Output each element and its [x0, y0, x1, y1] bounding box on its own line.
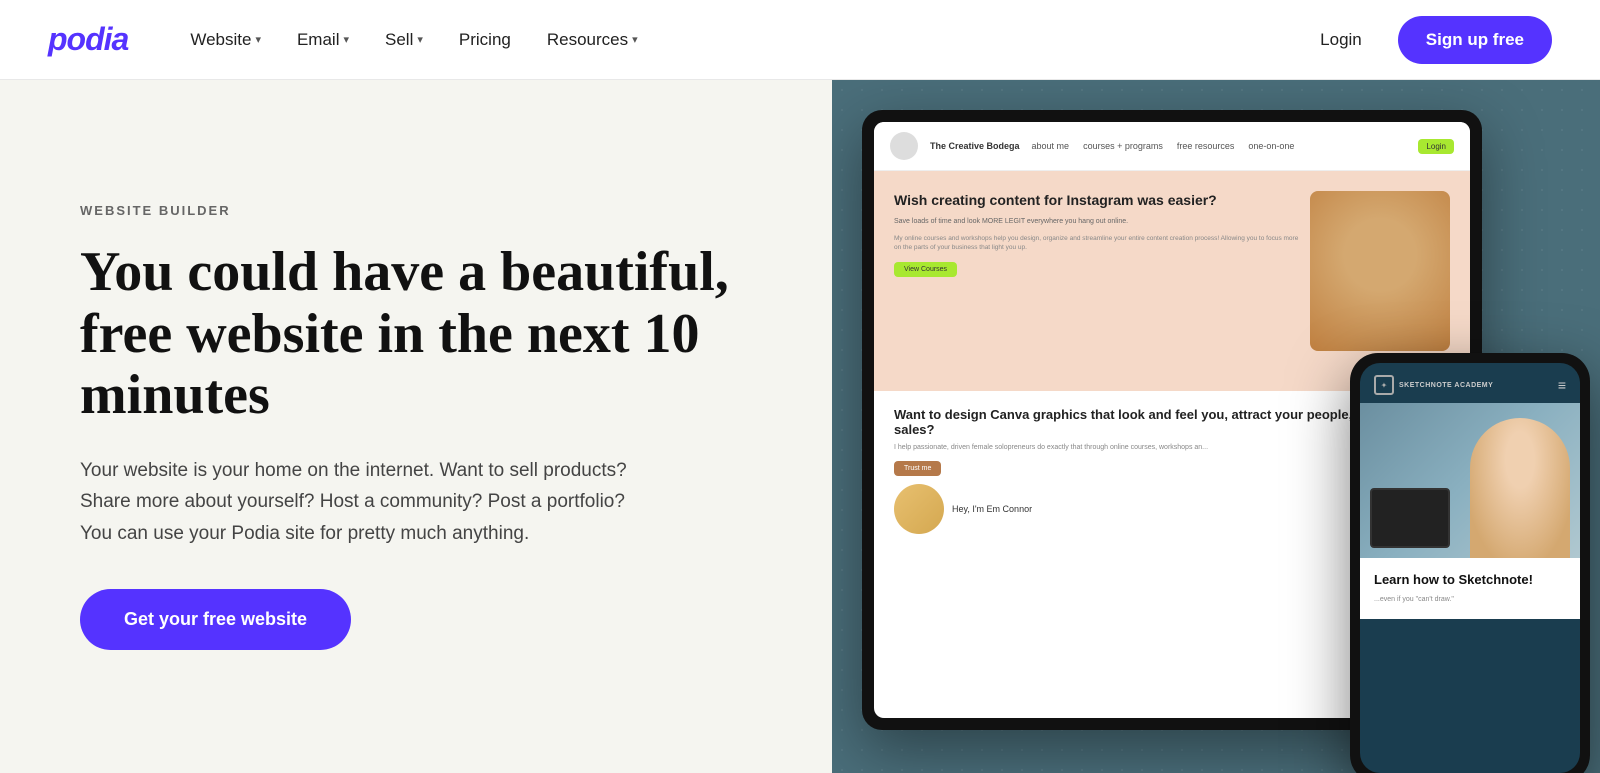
- phone-person-image: [1470, 418, 1570, 558]
- tablet-hero-body: My online courses and workshops help you…: [894, 234, 1300, 252]
- tablet-hero-image: [1310, 191, 1450, 351]
- phone-sub: ...even if you "can't draw.": [1374, 595, 1566, 605]
- chevron-down-icon: ▾: [417, 33, 423, 46]
- navbar: podia Website ▾ Email ▾ Sell ▾ Pricing R…: [0, 0, 1600, 80]
- phone-header: ✦ SKETCHNOTE ACADEMY ≡: [1360, 363, 1580, 403]
- cta-button[interactable]: Get your free website: [80, 589, 351, 650]
- tablet-person-avatar: [894, 484, 944, 534]
- signup-button[interactable]: Sign up free: [1398, 16, 1552, 64]
- login-button[interactable]: Login: [1304, 22, 1378, 58]
- chevron-down-icon: ▾: [255, 33, 261, 46]
- chevron-down-icon: ▾: [632, 33, 638, 46]
- tablet-hero-title: Wish creating content for Instagram was …: [894, 191, 1300, 209]
- phone-brand: ✦ SKETCHNOTE ACADEMY: [1374, 375, 1493, 395]
- tablet-courses-btn: View Courses: [894, 262, 957, 277]
- phone-tablet-image: [1370, 488, 1450, 548]
- phone-mockup: ✦ SKETCHNOTE ACADEMY ≡ Learn how to Sket…: [1350, 353, 1590, 773]
- hamburger-icon: ≡: [1558, 377, 1566, 393]
- logo[interactable]: podia: [48, 21, 128, 58]
- nav-item-resources[interactable]: Resources ▾: [533, 22, 652, 58]
- nav-links: Website ▾ Email ▾ Sell ▾ Pricing Resourc…: [176, 22, 1304, 58]
- tablet-person-name: Hey, I'm Em Connor: [952, 504, 1032, 514]
- phone-content: Learn how to Sketchnote! ...even if you …: [1360, 558, 1580, 619]
- hero-eyebrow: WEBSITE BUILDER: [80, 203, 752, 218]
- tablet-hero-sub: Save loads of time and look MORE LEGIT e…: [894, 217, 1300, 228]
- tablet-logo-icon: [890, 132, 918, 160]
- hero-right: The Creative Bodega about me courses + p…: [832, 80, 1600, 773]
- nav-item-email[interactable]: Email ▾: [283, 22, 363, 58]
- tablet-nav: The Creative Bodega about me courses + p…: [874, 122, 1470, 171]
- hero-title: You could have a beautiful, free website…: [80, 242, 752, 427]
- hero-left: WEBSITE BUILDER You could have a beautif…: [0, 80, 832, 773]
- tablet-person-image: [1310, 191, 1450, 351]
- tablet-login-btn: Login: [1418, 139, 1454, 154]
- phone-screen: ✦ SKETCHNOTE ACADEMY ≡ Learn how to Sket…: [1360, 363, 1580, 773]
- phone-brand-icon: ✦: [1374, 375, 1394, 395]
- tablet-brand: The Creative Bodega: [930, 141, 1020, 151]
- hero-section: WEBSITE BUILDER You could have a beautif…: [0, 80, 1600, 773]
- phone-title: Learn how to Sketchnote!: [1374, 572, 1566, 589]
- phone-brand-text: SKETCHNOTE ACADEMY: [1399, 382, 1493, 389]
- tablet-hero-text: Wish creating content for Instagram was …: [894, 191, 1310, 371]
- phone-hero-image: [1360, 403, 1580, 558]
- nav-item-pricing[interactable]: Pricing: [445, 22, 525, 58]
- chevron-down-icon: ▾: [343, 33, 349, 46]
- tablet-trust-btn: Trust me: [894, 461, 941, 476]
- nav-item-sell[interactable]: Sell ▾: [371, 22, 437, 58]
- tablet-nav-links: about me courses + programs free resourc…: [1032, 141, 1295, 151]
- nav-right: Login Sign up free: [1304, 16, 1552, 64]
- nav-item-website[interactable]: Website ▾: [176, 22, 275, 58]
- hero-description: Your website is your home on the interne…: [80, 455, 640, 549]
